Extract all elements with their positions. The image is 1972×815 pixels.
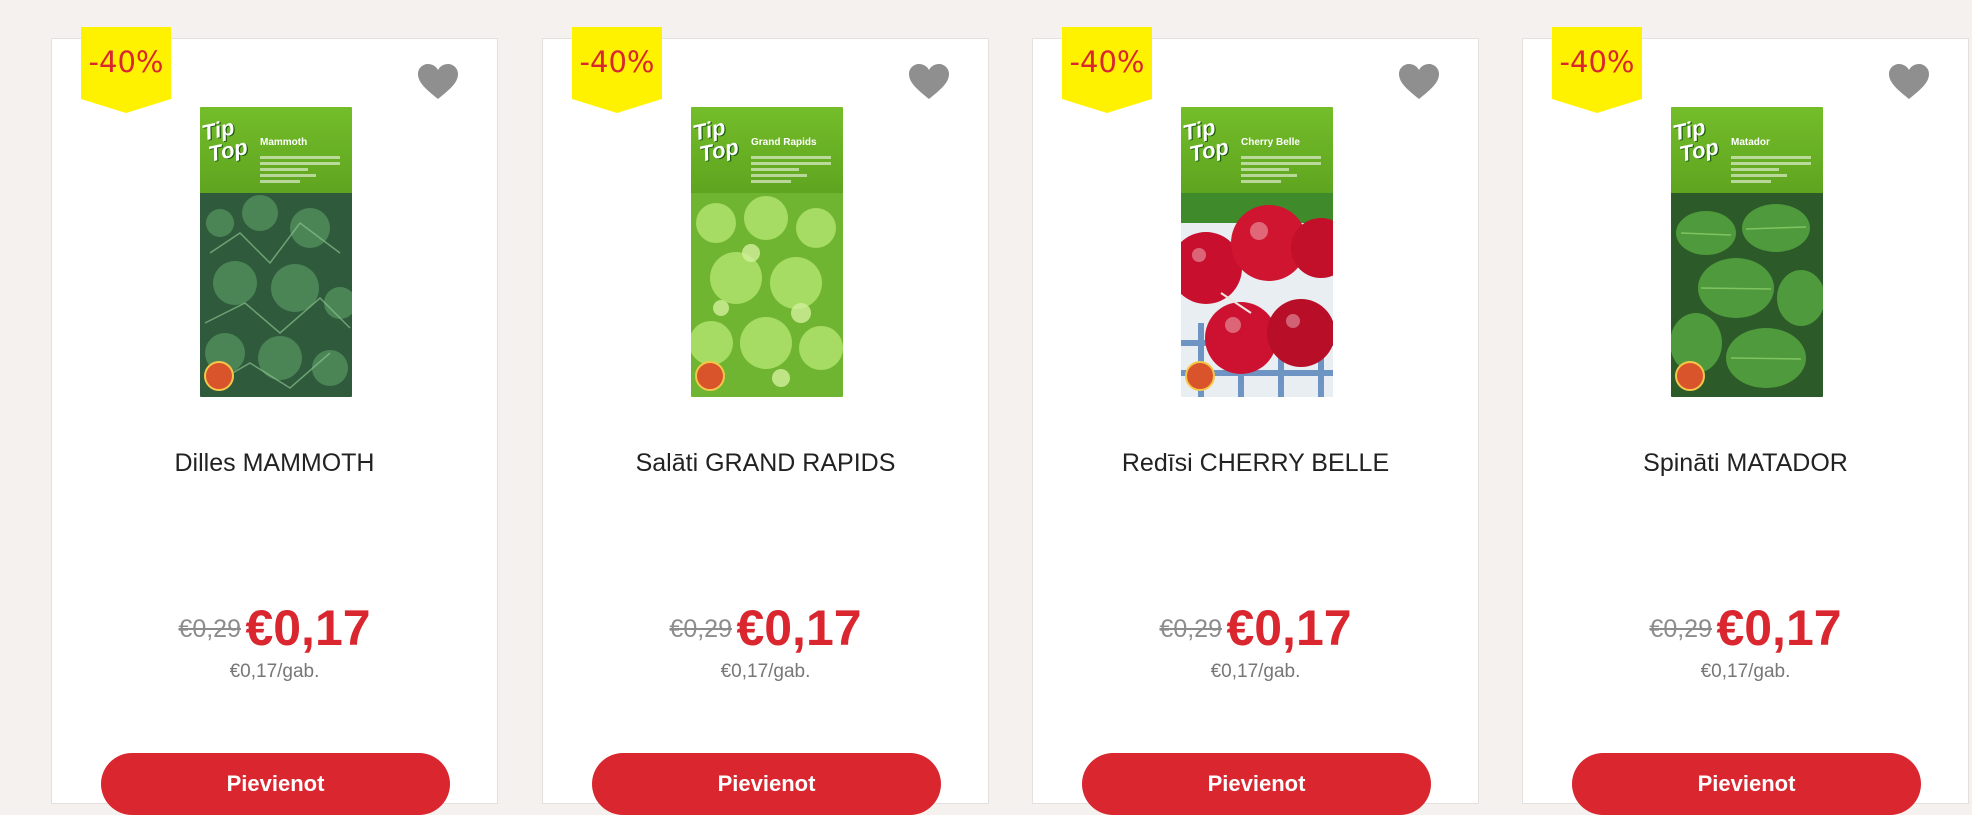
product-grid: -40% Tip Top Mammoth Dilles MAMMOTH €0,2… [0, 0, 1972, 815]
discount-label: -40% [579, 45, 655, 79]
product-image[interactable]: Tip Top Grand Rapids [691, 107, 843, 397]
current-price: €0,17 [736, 600, 862, 656]
add-to-cart-button[interactable]: Pievienot [101, 753, 450, 815]
current-price: €0,17 [1716, 600, 1842, 656]
current-price: €0,17 [245, 600, 371, 656]
product-card[interactable]: -40% Tip Top Matador Spināti MATADOR €0,… [1522, 27, 1969, 815]
product-image[interactable]: Tip Top Mammoth [200, 107, 352, 397]
product-card[interactable]: -40% Tip Top Grand Rapids Salāti GRAND R… [542, 27, 989, 815]
add-to-cart-button[interactable]: Pievienot [1082, 753, 1431, 815]
old-price: €0,29 [669, 615, 732, 643]
current-price: €0,17 [1226, 600, 1352, 656]
seal-icon [204, 361, 234, 391]
product-name[interactable]: Spināti MATADOR [1523, 449, 1968, 478]
seal-icon [1675, 361, 1705, 391]
product-name[interactable]: Dilles MAMMOTH [52, 449, 497, 478]
discount-badge: -40% [572, 27, 662, 113]
product-name[interactable]: Redīsi CHERRY BELLE [1033, 449, 1478, 478]
product-card[interactable]: -40% Tip Top Mammoth Dilles MAMMOTH €0,2… [51, 27, 498, 815]
discount-badge: -40% [1552, 27, 1642, 113]
pack-title: Matador [1731, 137, 1770, 148]
unit-price: €0,17/gab. [1210, 661, 1301, 682]
unit-price: €0,17/gab. [229, 661, 320, 682]
product-card[interactable]: -40% Tip Top Cherry Belle Redīsi CHERRY … [1032, 27, 1479, 815]
pack-title: Cherry Belle [1241, 137, 1300, 148]
product-name[interactable]: Salāti GRAND RAPIDS [543, 449, 988, 478]
old-price: €0,29 [178, 615, 241, 643]
heart-icon[interactable] [1398, 63, 1440, 101]
pack-title: Mammoth [260, 137, 308, 148]
seal-icon [1185, 361, 1215, 391]
price-block: €0,29 €0,17 [1523, 599, 1968, 657]
discount-label: -40% [1559, 45, 1635, 79]
price-block: €0,29 €0,17 [52, 599, 497, 657]
discount-label: -40% [88, 45, 164, 79]
add-to-cart-button[interactable]: Pievienot [592, 753, 941, 815]
seal-icon [695, 361, 725, 391]
price-block: €0,29 €0,17 [1033, 599, 1478, 657]
discount-badge: -40% [1062, 27, 1152, 113]
heart-icon[interactable] [908, 63, 950, 101]
add-to-cart-button[interactable]: Pievienot [1572, 753, 1921, 815]
unit-price: €0,17/gab. [1700, 661, 1791, 682]
heart-icon[interactable] [417, 63, 459, 101]
price-block: €0,29 €0,17 [543, 599, 988, 657]
old-price: €0,29 [1649, 615, 1712, 643]
discount-label: -40% [1069, 45, 1145, 79]
old-price: €0,29 [1159, 615, 1222, 643]
unit-price: €0,17/gab. [720, 661, 811, 682]
pack-title: Grand Rapids [751, 137, 817, 148]
heart-icon[interactable] [1888, 63, 1930, 101]
product-image[interactable]: Tip Top Cherry Belle [1181, 107, 1333, 397]
product-image[interactable]: Tip Top Matador [1671, 107, 1823, 397]
discount-badge: -40% [81, 27, 171, 113]
